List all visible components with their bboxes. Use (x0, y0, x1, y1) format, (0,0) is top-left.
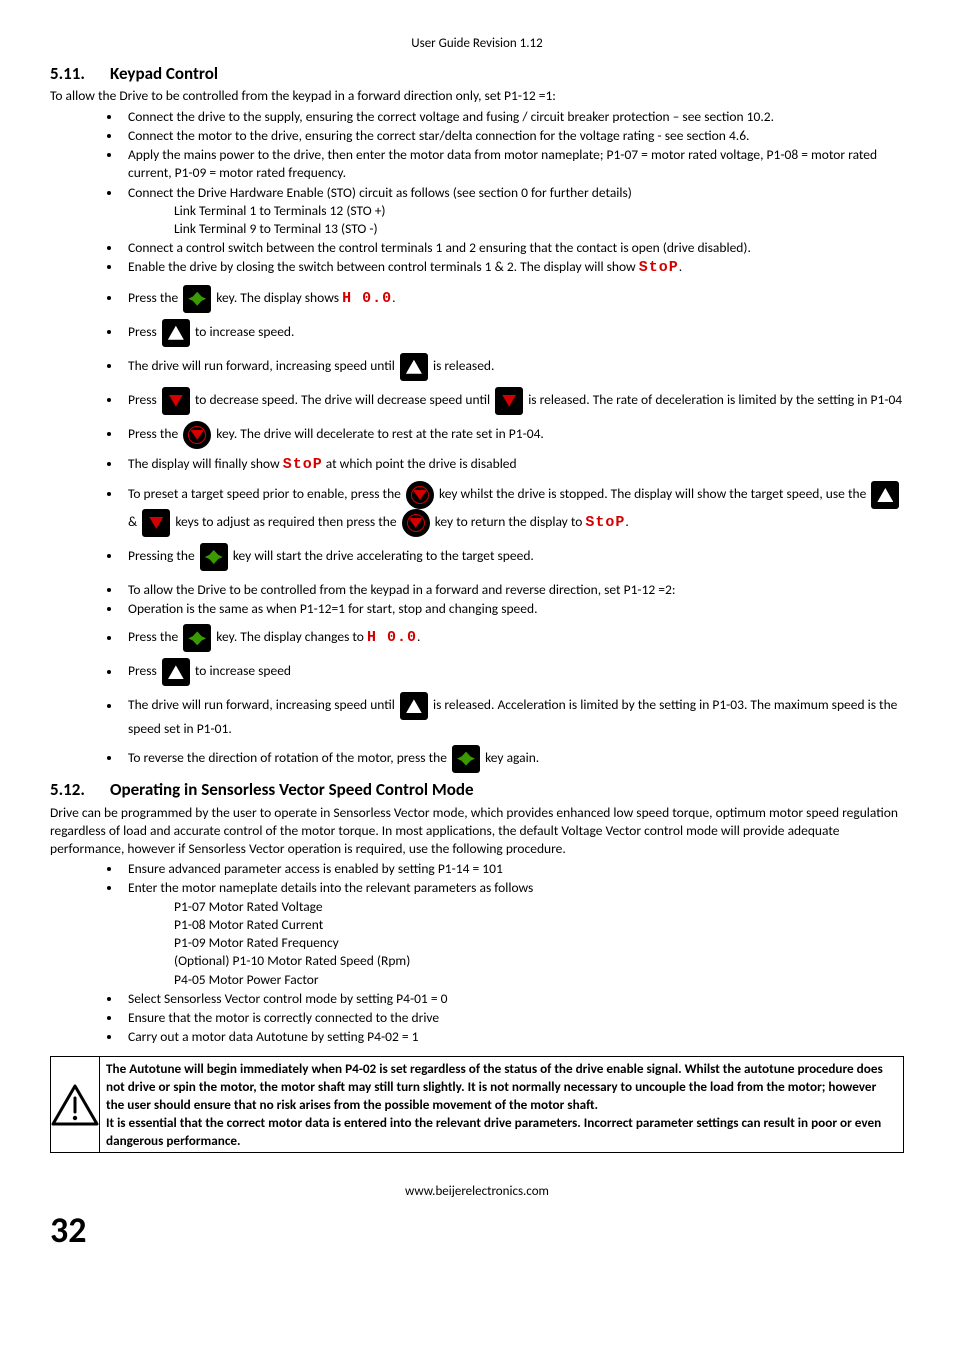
display-h00: H 0.0 (367, 630, 417, 647)
sub-item: (Optional) P1-10 Motor Rated Speed (Rpm) (174, 952, 904, 970)
warning-box: The Autotune will begin immediately when… (50, 1056, 904, 1153)
list-item: Connect the motor to the drive, ensuring… (122, 127, 904, 145)
stop-icon (406, 481, 434, 509)
list-item: To preset a target speed prior to enable… (122, 481, 904, 537)
navigate-icon (452, 745, 480, 773)
section-511-intro: To allow the Drive to be controlled from… (50, 87, 904, 105)
stop-icon (402, 509, 430, 537)
section-511-title: Keypad Control (110, 63, 218, 84)
display-h00: H 0.0 (342, 290, 392, 307)
sub-item: P1-09 Motor Rated Frequency (174, 934, 904, 952)
list-item: Ensure advanced parameter access is enab… (122, 860, 904, 878)
navigate-icon (183, 285, 211, 313)
list-item: Press the key. The display shows H 0.0. (122, 285, 904, 313)
list-item: Press to increase speed (122, 658, 904, 686)
list-item: The drive will run forward, increasing s… (122, 353, 904, 381)
section-512-heading: 5.12.Operating in Sensorless Vector Spee… (50, 779, 904, 802)
list-item: Press to decrease speed. The drive will … (122, 387, 904, 415)
navigate-icon (200, 543, 228, 571)
up-arrow-icon (162, 319, 190, 347)
up-arrow-icon (400, 353, 428, 381)
up-arrow-icon (162, 658, 190, 686)
list-item: Apply the mains power to the drive, then… (122, 146, 904, 182)
warning-icon-cell (51, 1057, 100, 1152)
list-item: Press the key. The drive will decelerate… (122, 421, 904, 449)
section-511-number: 5.11. (50, 63, 110, 86)
section-512-intro: Drive can be programmed by the user to o… (50, 804, 904, 859)
list-item: Operation is the same as when P1-12=1 fo… (122, 600, 904, 618)
list-item: Enter the motor nameplate details into t… (122, 879, 904, 988)
section-512-title: Operating in Sensorless Vector Speed Con… (110, 779, 474, 800)
list-item: The display will finally show StoP at wh… (122, 455, 904, 475)
down-arrow-icon (495, 387, 523, 415)
sub-item: P1-08 Motor Rated Current (174, 916, 904, 934)
warning-text: The Autotune will begin immediately when… (100, 1057, 903, 1152)
sub-item: P1-07 Motor Rated Voltage (174, 898, 904, 916)
sub-item: P4-05 Motor Power Factor (174, 971, 904, 989)
section-511-list: Connect the drive to the supply, ensurin… (50, 108, 904, 773)
section-511-heading: 5.11.Keypad Control (50, 63, 904, 86)
sub-item: Link Terminal 9 to Terminal 13 (STO -) (174, 220, 904, 238)
up-arrow-icon (871, 481, 899, 509)
list-item: Press to increase speed. (122, 319, 904, 347)
list-item: Connect a control switch between the con… (122, 239, 904, 257)
stop-icon (183, 421, 211, 449)
list-item: Connect the Drive Hardware Enable (STO) … (122, 184, 904, 239)
section-512-list: Ensure advanced parameter access is enab… (50, 860, 904, 1046)
list-item: To allow the Drive to be controlled from… (122, 581, 904, 599)
section-512-number: 5.12. (50, 779, 110, 802)
list-item: Ensure that the motor is correctly conne… (122, 1009, 904, 1027)
display-stop: StoP (283, 456, 323, 473)
list-item: The drive will run forward, increasing s… (122, 692, 904, 738)
list-item: To reverse the direction of rotation of … (122, 745, 904, 773)
display-stop: StoP (585, 514, 625, 531)
list-item: Select Sensorless Vector control mode by… (122, 990, 904, 1008)
page-number: 32 (50, 1206, 904, 1255)
list-item: Carry out a motor data Autotune by setti… (122, 1028, 904, 1046)
list-item: Connect the drive to the supply, ensurin… (122, 108, 904, 126)
page-header-revision: User Guide Revision 1.12 (50, 35, 904, 53)
display-stop: StoP (639, 259, 679, 276)
down-arrow-icon (142, 509, 170, 537)
sub-item: Link Terminal 1 to Terminals 12 (STO +) (174, 202, 904, 220)
navigate-icon (183, 624, 211, 652)
list-item: Pressing the key will start the drive ac… (122, 543, 904, 571)
footer-url: www.beijerelectronics.com (50, 1183, 904, 1201)
list-item: Press the key. The display changes to H … (122, 624, 904, 652)
up-arrow-icon (400, 692, 428, 720)
list-item: Enable the drive by closing the switch b… (122, 258, 904, 278)
down-arrow-icon (162, 387, 190, 415)
warning-triangle-icon (51, 1084, 99, 1126)
